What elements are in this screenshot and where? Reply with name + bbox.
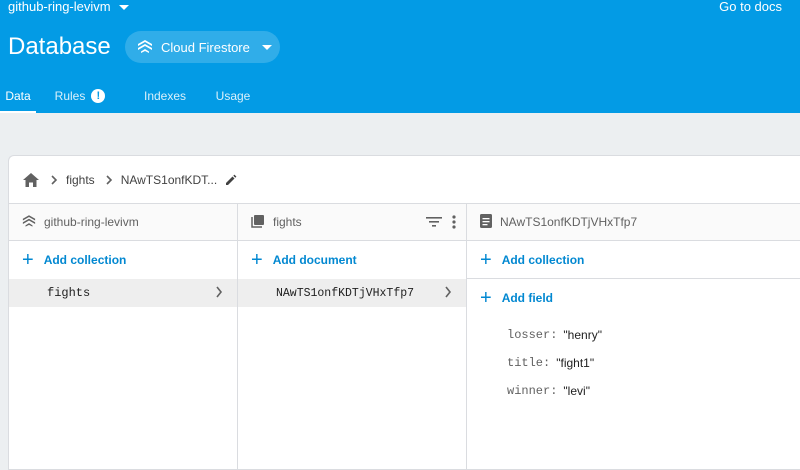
tab-data[interactable]: Data	[0, 78, 36, 113]
add-field-label: Add field	[501, 291, 554, 305]
field-list: losser: "henry" title: "fight1" winner: …	[467, 317, 800, 405]
more-vert-icon[interactable]	[452, 215, 456, 232]
document-icon	[480, 213, 492, 231]
home-icon[interactable]	[22, 172, 40, 188]
collection-name: fights	[47, 286, 91, 300]
add-field-button[interactable]: + Add field	[467, 279, 800, 317]
tab-rules[interactable]: Rules !	[36, 78, 124, 113]
add-document-button[interactable]: + Add document	[238, 241, 466, 279]
document-column-title: NAwTS1onfKDTjVHxTfp7	[500, 215, 638, 229]
firestore-icon	[22, 214, 36, 230]
chevron-right-icon	[105, 172, 113, 188]
tab-indexes[interactable]: Indexes	[124, 78, 206, 113]
breadcrumb-item-collection[interactable]: fights	[66, 173, 95, 187]
database-selector[interactable]: Cloud Firestore	[125, 31, 280, 63]
plus-icon: +	[22, 249, 34, 271]
field-row[interactable]: title: "fight1"	[467, 349, 800, 377]
chevron-down-icon	[261, 44, 272, 50]
add-collection-button[interactable]: + Add collection	[9, 241, 237, 279]
chevron-right-icon	[50, 172, 58, 188]
root-column: github-ring-levivm + Add collection figh…	[9, 204, 238, 469]
add-subcollection-button[interactable]: + Add collection	[467, 241, 800, 279]
document-column-header: NAwTS1onfKDTjVHxTfp7	[467, 204, 800, 241]
alert-icon: !	[91, 88, 106, 103]
tab-usage-label: Usage	[215, 88, 251, 103]
go-to-docs-link[interactable]: Go to docs	[719, 0, 782, 14]
collection-icon	[251, 214, 265, 231]
collection-tools	[426, 215, 456, 232]
chevron-right-icon	[444, 285, 452, 299]
app-header: github-ring-levivm Go to docs Database C…	[0, 0, 800, 113]
data-panel: fights NAwTS1onfKDT... github-ring-leviv…	[8, 155, 800, 470]
plus-icon: +	[480, 248, 492, 271]
document-column: NAwTS1onfKDTjVHxTfp7 + Add collection + …	[467, 204, 800, 469]
document-id: NAwTS1onfKDTjVHxTfp7	[276, 286, 415, 300]
field-value: "henry"	[563, 328, 602, 342]
chevron-right-icon	[215, 285, 223, 299]
field-value: "levi"	[563, 384, 590, 398]
plus-icon: +	[251, 249, 263, 271]
project-name: github-ring-levivm	[8, 0, 111, 14]
collection-column-title: fights	[273, 215, 302, 229]
collection-column: fights + Add document NAwTS1onfKDTjVHxTf…	[238, 204, 467, 469]
root-column-header: github-ring-levivm	[9, 204, 237, 241]
tab-data-label: Data	[5, 88, 31, 103]
project-selector[interactable]: github-ring-levivm	[8, 0, 129, 14]
tab-bar: Data Rules ! Indexes Usage	[0, 78, 260, 113]
firestore-icon	[137, 39, 153, 56]
collection-column-header: fights	[238, 204, 466, 241]
chevron-down-icon	[118, 4, 129, 10]
tab-rules-label: Rules	[54, 88, 86, 103]
tab-usage[interactable]: Usage	[206, 78, 260, 113]
field-name: title:	[507, 356, 551, 370]
page-title: Database	[8, 33, 111, 60]
add-collection-label: Add collection	[43, 253, 127, 267]
field-name: losser:	[507, 328, 558, 342]
list-item-document[interactable]: NAwTS1onfKDTjVHxTfp7	[238, 279, 466, 307]
breadcrumb: fights NAwTS1onfKDT...	[9, 156, 800, 204]
root-column-title: github-ring-levivm	[44, 215, 139, 229]
plus-icon: +	[480, 287, 492, 309]
field-value: "fight1"	[556, 356, 595, 370]
list-item-collection[interactable]: fights	[9, 279, 237, 307]
field-row[interactable]: losser: "henry"	[467, 321, 800, 349]
add-subcollection-label: Add collection	[501, 252, 585, 267]
field-name: winner:	[507, 384, 558, 398]
tab-indexes-label: Indexes	[143, 88, 187, 103]
filter-icon[interactable]	[426, 216, 442, 231]
add-document-label: Add document	[272, 253, 357, 267]
database-selector-label: Cloud Firestore	[161, 39, 250, 55]
pencil-icon[interactable]	[225, 174, 237, 186]
field-row[interactable]: winner: "levi"	[467, 377, 800, 405]
breadcrumb-item-document[interactable]: NAwTS1onfKDT...	[121, 173, 217, 187]
